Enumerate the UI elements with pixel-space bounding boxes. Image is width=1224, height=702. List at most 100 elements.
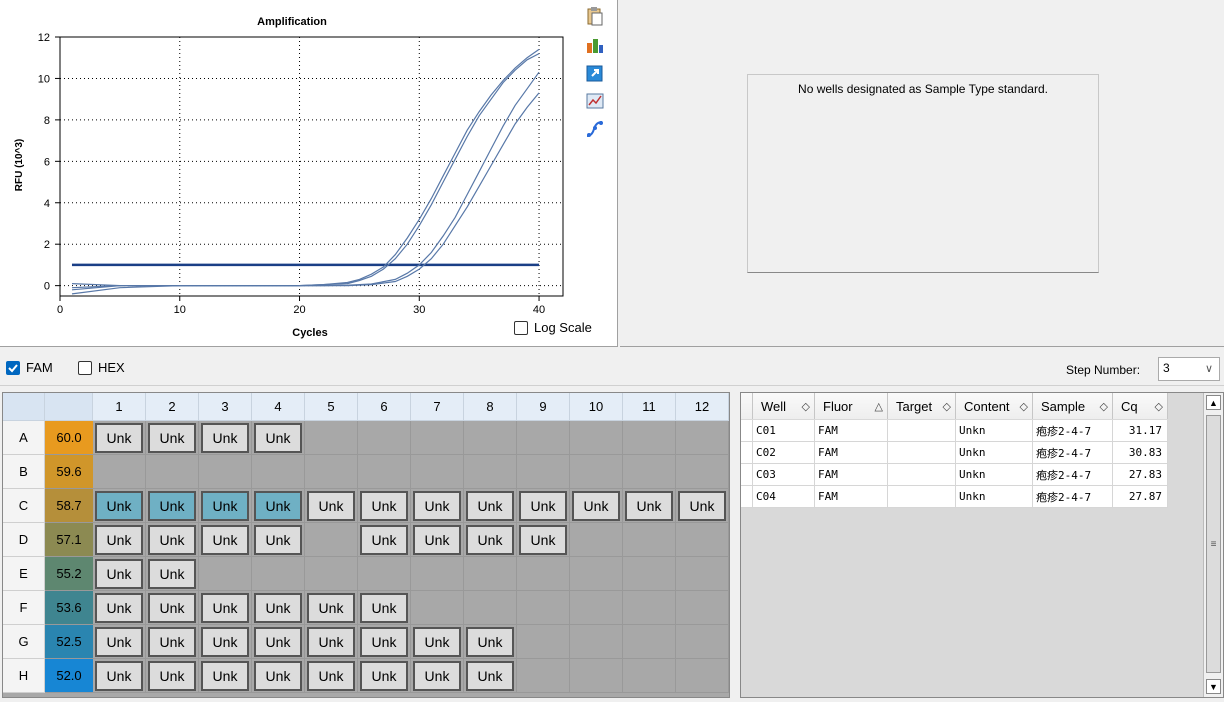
plate-column-header[interactable]: 7 (411, 393, 464, 421)
plate-cell[interactable]: Unk (305, 625, 358, 659)
plate-well[interactable]: Unk (201, 422, 249, 453)
plate-well[interactable]: Unk (254, 524, 302, 555)
plate-cell[interactable]: Unk (146, 489, 199, 523)
chart-settings-icon[interactable] (584, 90, 606, 112)
plate-cell[interactable]: Unk (93, 421, 146, 455)
plate-well[interactable]: Unk (95, 422, 143, 453)
plate-cell[interactable] (464, 591, 517, 625)
plate-cell[interactable] (411, 591, 464, 625)
plate-cell[interactable] (623, 659, 676, 693)
plate-row-header[interactable]: A (3, 421, 45, 455)
plate-well[interactable]: Unk (307, 626, 355, 657)
plate-well[interactable]: Unk (148, 626, 196, 657)
plate-cell[interactable] (358, 421, 411, 455)
plate-cell[interactable]: Unk (623, 489, 676, 523)
plate-cell[interactable] (517, 455, 570, 489)
plate-cell[interactable] (464, 557, 517, 591)
scrollbar-thumb[interactable]: ≡ (1206, 415, 1221, 673)
row-selector[interactable] (741, 442, 753, 464)
plate-row-header[interactable]: D (3, 523, 45, 557)
plate-cell[interactable]: Unk (411, 489, 464, 523)
plate-cell[interactable] (199, 557, 252, 591)
plate-cell[interactable] (570, 659, 623, 693)
plate-cell[interactable]: Unk (146, 625, 199, 659)
plate-cell[interactable]: Unk (411, 523, 464, 557)
plate-cell[interactable]: Unk (199, 523, 252, 557)
plate-cell[interactable] (411, 455, 464, 489)
plate-well[interactable]: Unk (254, 592, 302, 623)
plate-cell[interactable]: Unk (570, 489, 623, 523)
plate-column-header[interactable]: 4 (252, 393, 305, 421)
plate-cell[interactable]: Unk (358, 591, 411, 625)
plate-cell[interactable]: Unk (411, 659, 464, 693)
plate-cell[interactable]: Unk (358, 659, 411, 693)
fluor-hex-toggle[interactable]: HEX (78, 360, 125, 375)
plate-cell[interactable]: Unk (464, 489, 517, 523)
plate-cell[interactable] (570, 557, 623, 591)
plate-cell[interactable] (464, 421, 517, 455)
plate-cell[interactable] (570, 523, 623, 557)
plate-well[interactable]: Unk (413, 660, 461, 691)
plate-cell[interactable] (570, 625, 623, 659)
plate-cell[interactable]: Unk (358, 625, 411, 659)
plate-well[interactable]: Unk (360, 592, 408, 623)
sort-icon[interactable]: ◇ (802, 400, 810, 413)
plate-well[interactable]: Unk (95, 490, 143, 521)
plate-cell[interactable]: Unk (93, 625, 146, 659)
column-header-cq[interactable]: Cq ◇ (1113, 393, 1168, 419)
plate-well[interactable]: Unk (678, 490, 726, 521)
column-header-well[interactable]: Well ◇ (753, 393, 815, 419)
plate-cell[interactable] (623, 557, 676, 591)
plate-well[interactable]: Unk (148, 660, 196, 691)
plate-cell[interactable]: Unk (252, 659, 305, 693)
plate-well[interactable]: Unk (201, 592, 249, 623)
plate-cell[interactable]: Unk (93, 489, 146, 523)
plate-well[interactable]: Unk (360, 660, 408, 691)
plate-well[interactable]: Unk (95, 524, 143, 555)
plate-cell[interactable] (676, 591, 729, 625)
step-number-select[interactable]: 3 ∨ (1158, 357, 1220, 381)
plate-cell[interactable]: Unk (464, 659, 517, 693)
plate-cell[interactable]: Unk (146, 421, 199, 455)
plate-well[interactable]: Unk (148, 524, 196, 555)
plate-row-header[interactable]: C (3, 489, 45, 523)
plate-cell[interactable]: Unk (358, 489, 411, 523)
plate-well[interactable]: Unk (148, 592, 196, 623)
plate-cell[interactable] (623, 523, 676, 557)
table-row[interactable]: C04 FAM Unkn 疱疹2-4-7 27.87 (741, 486, 1168, 508)
table-row[interactable]: C03 FAM Unkn 疱疹2-4-7 27.83 (741, 464, 1168, 486)
hex-checkbox[interactable] (78, 360, 92, 375)
plate-cell[interactable]: Unk (199, 421, 252, 455)
plate-well[interactable]: Unk (201, 660, 249, 691)
plate-cell[interactable]: Unk (93, 659, 146, 693)
plate-cell[interactable] (411, 557, 464, 591)
plate-cell[interactable]: Unk (93, 591, 146, 625)
plate-cell[interactable]: Unk (146, 523, 199, 557)
sort-icon[interactable]: ◇ (1020, 400, 1028, 413)
export-data-icon[interactable] (584, 34, 606, 56)
plate-column-header[interactable]: 3 (199, 393, 252, 421)
plate-well[interactable]: Unk (519, 490, 567, 521)
plate-column-header[interactable]: 12 (676, 393, 729, 421)
plate-cell[interactable]: Unk (305, 489, 358, 523)
plate-cell[interactable] (570, 421, 623, 455)
plate-well[interactable]: Unk (95, 626, 143, 657)
plate-well[interactable]: Unk (201, 490, 249, 521)
plate-well[interactable]: Unk (572, 490, 620, 521)
column-header-sample[interactable]: Sample ◇ (1033, 393, 1113, 419)
plate-cell[interactable] (623, 591, 676, 625)
plate-cell[interactable] (358, 557, 411, 591)
export-image-icon[interactable] (584, 62, 606, 84)
plate-cell[interactable] (305, 523, 358, 557)
plate-cell[interactable]: Unk (252, 421, 305, 455)
plate-row-header[interactable]: E (3, 557, 45, 591)
plate-well[interactable]: Unk (95, 558, 143, 589)
plate-well[interactable]: Unk (307, 660, 355, 691)
plate-cell[interactable]: Unk (252, 523, 305, 557)
plate-cell[interactable] (676, 557, 729, 591)
plate-well[interactable]: Unk (360, 524, 408, 555)
plate-well[interactable]: Unk (413, 626, 461, 657)
plate-cell[interactable]: Unk (305, 659, 358, 693)
plate-cell[interactable] (676, 421, 729, 455)
plate-cell[interactable] (305, 421, 358, 455)
